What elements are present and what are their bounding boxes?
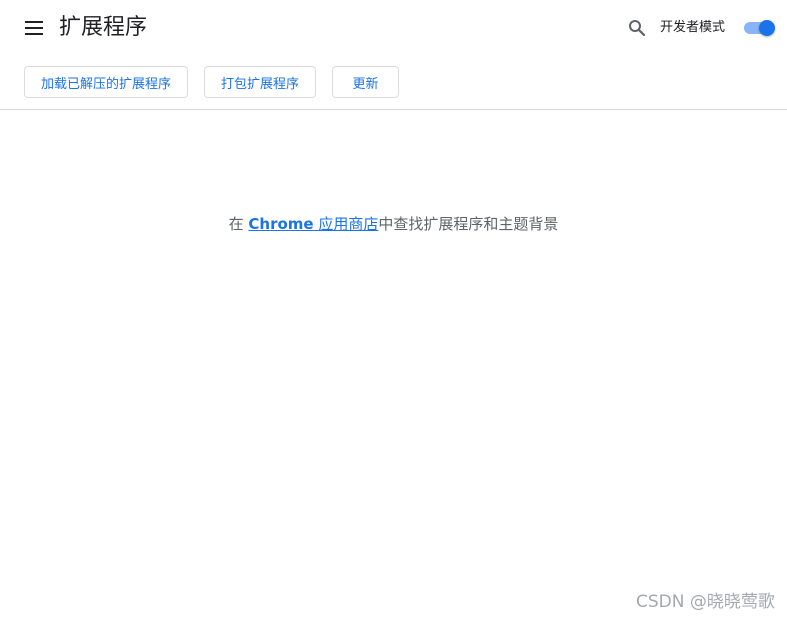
toggle-knob	[759, 20, 775, 36]
search-button[interactable]	[625, 16, 649, 40]
empty-state-prefix: 在	[228, 215, 249, 233]
search-icon	[629, 20, 646, 37]
load-unpacked-button[interactable]: 加载已解压的扩展程序	[24, 66, 188, 98]
extensions-page: 扩展程序 开发者模式 加载已解压的扩展程序 打包扩展程序 更新 在 Chrome…	[0, 0, 787, 621]
hamburger-menu-icon	[25, 21, 43, 35]
empty-state-suffix: 中查找扩展程序和主题背景	[378, 215, 559, 233]
watermark: CSDN @晓晓莺歌	[636, 592, 775, 612]
page-title: 扩展程序	[59, 15, 148, 40]
page-header: 扩展程序 开发者模式 加载已解压的扩展程序 打包扩展程序 更新	[0, 0, 787, 110]
developer-mode-label: 开发者模式	[660, 20, 726, 35]
link-rest-text: 应用商店	[313, 215, 379, 233]
update-button[interactable]: 更新	[332, 66, 399, 98]
pack-extension-button[interactable]: 打包扩展程序	[204, 66, 316, 98]
link-latin-text: Chrome	[248, 215, 314, 233]
chrome-web-store-link[interactable]: Chrome 应用商店	[248, 215, 378, 233]
developer-mode-toggle[interactable]	[744, 19, 776, 37]
empty-state-message: 在 Chrome 应用商店中查找扩展程序和主题背景	[0, 212, 787, 236]
main-menu-button[interactable]	[20, 14, 48, 42]
